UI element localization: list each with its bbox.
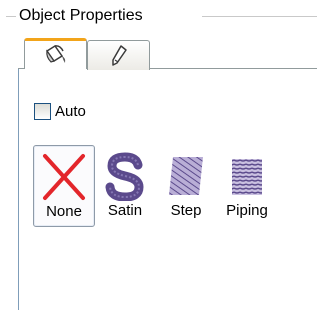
auto-checkbox[interactable]: [34, 103, 51, 120]
panel-left-border: [18, 68, 19, 310]
stitch-type-none-button[interactable]: None: [33, 145, 95, 227]
satin-s-icon: [105, 152, 144, 201]
piping-icon: [232, 159, 262, 195]
pen-icon: [111, 44, 127, 66]
stitch-type-piping-button[interactable]: Piping: [216, 145, 278, 227]
tab-fill[interactable]: [24, 38, 87, 69]
panel-title: Object Properties: [19, 7, 143, 24]
stitch-type-step-label: Step: [170, 202, 202, 219]
title-divider-left: [6, 16, 16, 18]
stitch-type-satin-button[interactable]: Satin: [94, 145, 156, 227]
stitch-type-piping-label: Piping: [226, 202, 268, 219]
title-divider-right: [202, 16, 317, 18]
object-properties-panel: Object Properties Auto None Satin Step P…: [0, 0, 317, 310]
tab-outline[interactable]: [87, 40, 150, 70]
stitch-type-step-button[interactable]: Step: [155, 145, 217, 227]
step-fill-icon: [169, 157, 203, 195]
paint-bucket-icon: [45, 44, 65, 63]
stitch-type-satin-label: Satin: [107, 202, 143, 219]
stitch-type-none-label: None: [46, 203, 82, 220]
red-x-icon: [43, 154, 85, 200]
auto-label: Auto: [55, 103, 86, 120]
group-title-bar: Object Properties: [0, 6, 317, 28]
